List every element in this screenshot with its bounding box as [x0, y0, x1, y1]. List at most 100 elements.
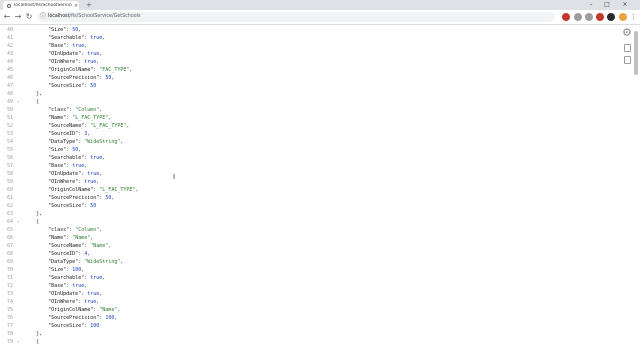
json-punct: , — [120, 259, 124, 265]
json-value: true — [72, 43, 85, 49]
code-text: "OriginColName": "Name", — [24, 306, 120, 314]
address-bar[interactable]: ⓘ localhost/fis/SchoolService/GetSchools… — [37, 12, 590, 22]
browser-toolbar: ← → ↻ ⓘ localhost/fis/SchoolService/GetS… — [0, 10, 640, 25]
code-text: "SourceName": "Name", — [24, 242, 111, 250]
json-punct: , — [87, 131, 91, 137]
close-window-button[interactable]: × — [618, 0, 632, 10]
copy-icon[interactable] — [624, 56, 631, 64]
line-number: 44 — [6, 59, 13, 65]
code-line: 73 "OInUpdate": true, — [0, 290, 600, 298]
json-punct: , — [84, 283, 88, 289]
json-punct: , — [99, 51, 103, 57]
code-text: "SourceSize": 50 — [24, 202, 96, 210]
json-key: "SourcePrecision" — [48, 315, 100, 321]
maximize-button[interactable]: □ — [600, 0, 614, 10]
json-string: "Name" — [99, 307, 118, 313]
menu-kebab-icon[interactable]: ⋮ — [630, 12, 637, 22]
extension-icon-4[interactable] — [596, 13, 604, 21]
info-icon[interactable]: ⓘ — [40, 13, 46, 21]
code-text: "Size": 50, — [24, 26, 81, 34]
json-key: "SourceName" — [48, 243, 85, 249]
code-line: 50 "class": "Column", — [0, 106, 600, 114]
code-text: "Name": "Name", — [24, 234, 93, 242]
line-number: 57 — [6, 163, 13, 169]
fold-toggle-icon[interactable]: ▾ — [17, 338, 19, 346]
browser-tab[interactable]: localhost/fis/SchoolService/Get × — [3, 1, 79, 10]
json-punct: , — [87, 251, 91, 257]
code-text: "SourcePrecision": 100, — [24, 314, 117, 322]
extension-icon-5[interactable] — [607, 13, 615, 21]
code-text: "OInWhere": true, — [24, 58, 99, 66]
json-punct: , — [111, 75, 115, 81]
code-text: "OriginColName": "L_FAC_TYPE", — [24, 186, 138, 194]
code-line: 75 "OriginColName": "Name", — [0, 306, 600, 314]
json-string: "L_FAC_TYPE" — [99, 187, 136, 193]
json-punct: , — [99, 227, 103, 233]
json-key: "Searchable" — [48, 35, 85, 41]
code-line: 62 "SourceSize": 50 — [0, 202, 600, 210]
line-number: 61 — [6, 195, 13, 201]
back-button[interactable]: ← — [2, 12, 12, 22]
reload-button[interactable]: ↻ — [24, 12, 34, 22]
json-key: "Name" — [48, 235, 67, 241]
fold-toggle-icon[interactable]: ▾ — [17, 98, 19, 106]
profile-avatar[interactable] — [619, 13, 627, 21]
json-key: "SourceID" — [48, 251, 79, 257]
json-punct: , — [84, 163, 88, 169]
json-value: 100 — [105, 315, 115, 321]
code-line: 70 "Size": 100, — [0, 266, 600, 274]
json-key: "SourcePrecision" — [48, 195, 100, 201]
json-key: "OInWhere" — [48, 299, 79, 305]
line-number: 65 — [6, 227, 13, 233]
json-key: "OInUpdate" — [48, 171, 82, 177]
extension-icon-1[interactable] — [562, 13, 570, 21]
json-punct: }, — [36, 91, 43, 97]
json-key: "Searchable" — [48, 155, 85, 161]
line-number: 58 — [6, 171, 13, 177]
line-number: 78 — [6, 331, 13, 337]
tab-close-icon[interactable]: × — [74, 3, 78, 9]
json-punct: , — [126, 123, 130, 129]
fold-toggle-icon[interactable]: ▾ — [17, 218, 19, 226]
code-line: 76 "SourcePrecision": 100, — [0, 314, 600, 322]
json-string: "Name" — [72, 235, 91, 241]
json-punct: , — [96, 299, 100, 305]
json-value: true — [87, 171, 100, 177]
code-text: "class": "Column", — [24, 226, 102, 234]
json-key: "Size" — [48, 147, 67, 153]
json-string: "WideString" — [84, 259, 121, 265]
json-string: "Column" — [75, 107, 100, 113]
code-line: 56 "Searchable": true, — [0, 154, 600, 162]
json-key: "class" — [48, 227, 70, 233]
line-number: 53 — [6, 131, 13, 137]
forward-button[interactable]: → — [13, 12, 23, 22]
gear-icon[interactable]: ⚙ — [622, 27, 632, 39]
code-line: 65 "class": "Column", — [0, 226, 600, 234]
raw-view-icon[interactable] — [624, 44, 631, 52]
line-number: 69 — [6, 259, 13, 265]
json-string: "L_FAC_TYPE" — [72, 115, 109, 121]
line-number: 41 — [6, 35, 13, 41]
json-key: "Size" — [48, 267, 67, 273]
scrollbar-thumb[interactable] — [634, 31, 638, 75]
code-line: 74 "OInWhere": true, — [0, 298, 600, 306]
code-line: 64 ▾ { — [0, 218, 600, 226]
json-punct: , — [102, 155, 106, 161]
url-text[interactable]: localhost/fis/SchoolService/GetSchools — [48, 12, 141, 22]
extension-icon-3[interactable] — [585, 13, 593, 21]
minimize-button[interactable]: – — [584, 0, 598, 10]
line-number: 47 — [6, 83, 13, 89]
line-number: 62 — [6, 203, 13, 209]
tab-strip: localhost/fis/SchoolService/Get × + – □ … — [0, 0, 640, 10]
json-value: 100 — [90, 323, 100, 329]
new-tab-button[interactable]: + — [86, 1, 92, 9]
line-number: 73 — [6, 291, 13, 297]
extension-icon-2[interactable] — [574, 13, 582, 21]
code-line: 77 "SourceSize": 100 — [0, 322, 600, 330]
